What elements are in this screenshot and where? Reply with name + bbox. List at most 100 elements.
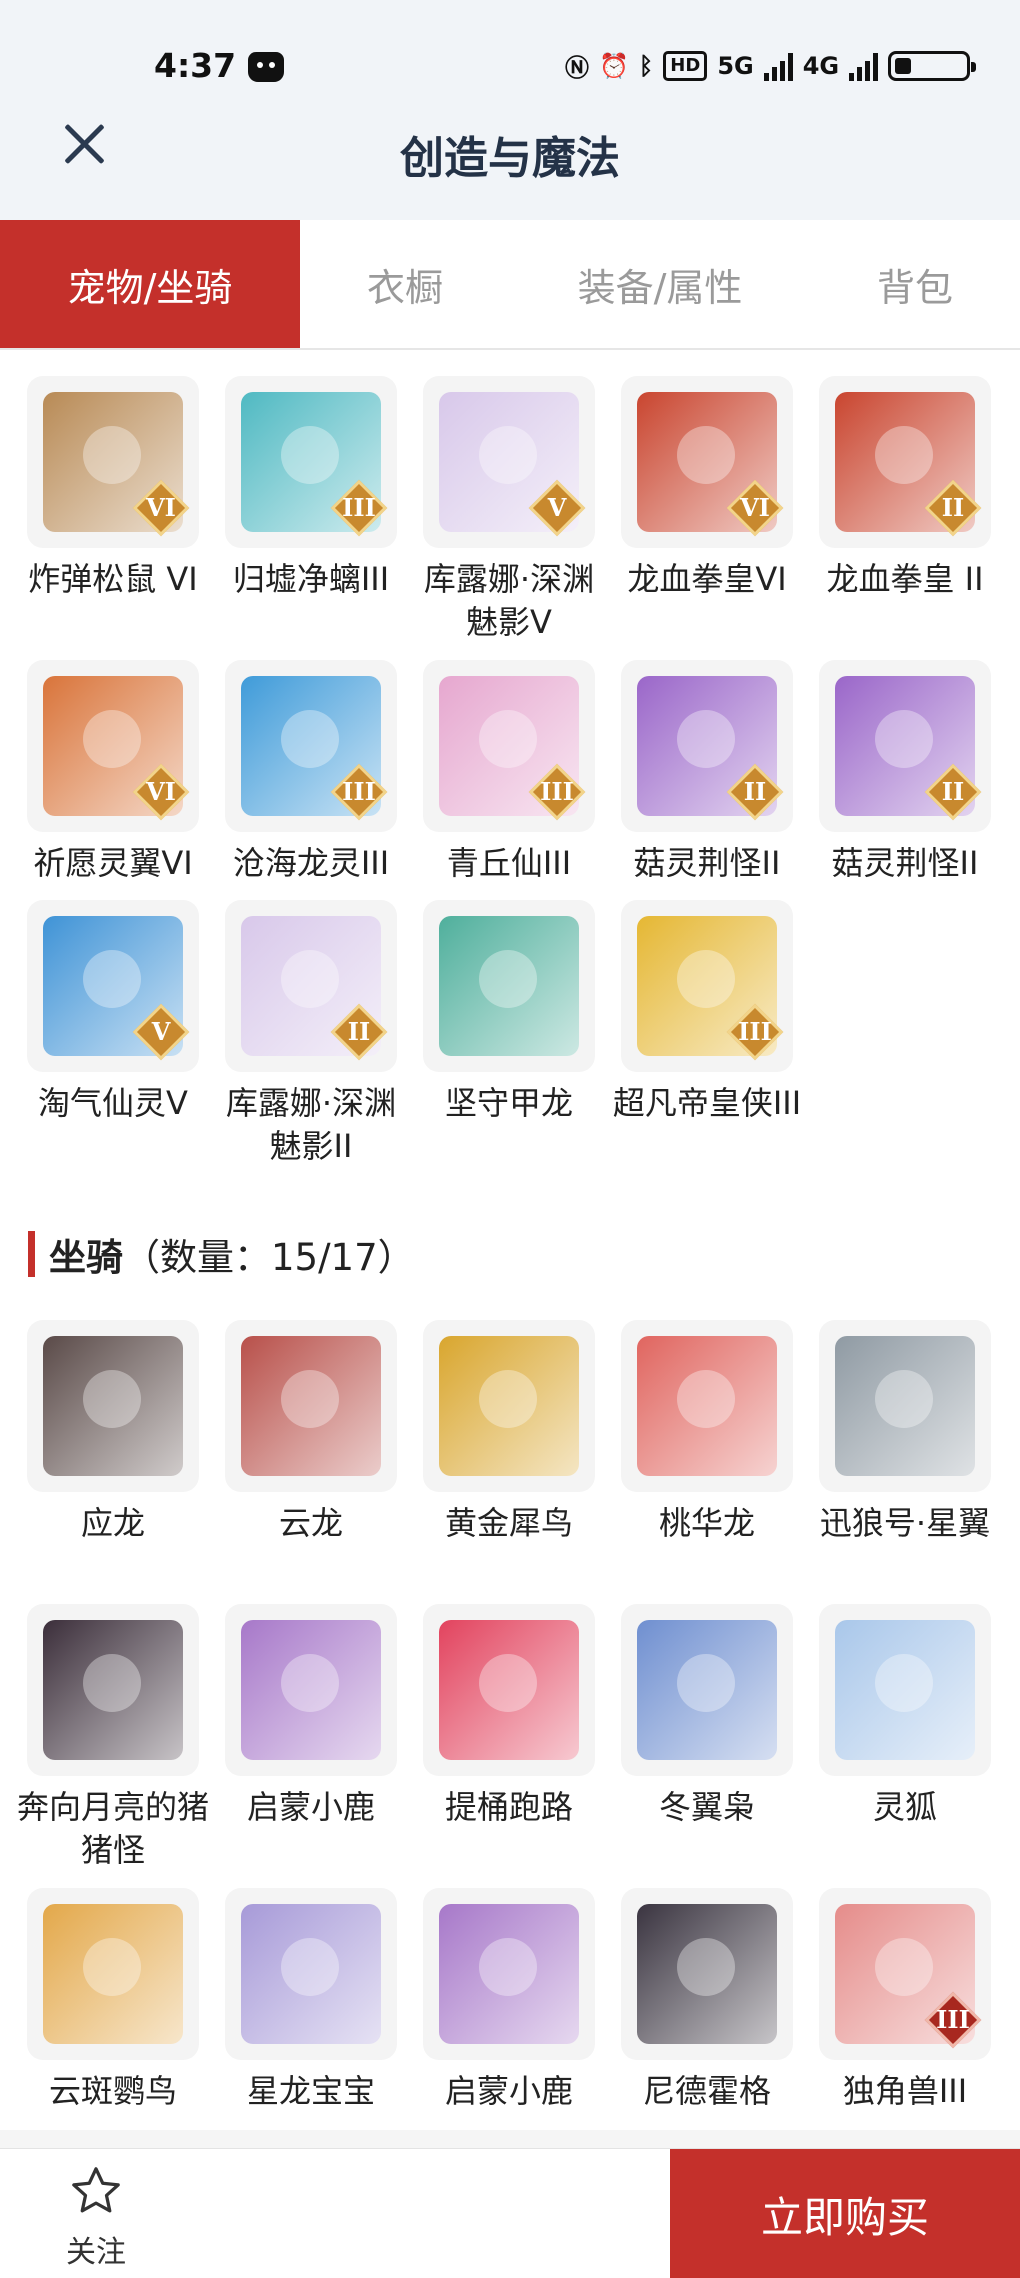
pet-card[interactable]: III 超凡帝皇侠III	[608, 900, 806, 1125]
item-name: 尼德霍格	[642, 2072, 771, 2110]
pet-card[interactable]: III 青丘仙III	[410, 660, 608, 885]
item-name: 菇灵荆怪II	[831, 844, 979, 882]
mount-card[interactable]: 黄金犀鸟	[410, 1320, 608, 1545]
signal-icon-2	[849, 51, 879, 81]
item-image	[439, 1336, 579, 1476]
item-image	[439, 1620, 579, 1760]
favorite-label: 关注	[66, 2235, 126, 2270]
tab-wardrobe[interactable]: 衣橱	[300, 220, 510, 348]
mount-card[interactable]: 迅狼号·星翼	[806, 1320, 1004, 1545]
pet-card[interactable]: II 龙血拳皇 II	[806, 376, 1004, 601]
badge-tier: VI	[740, 493, 770, 522]
pet-card[interactable]: VI 祈愿灵翼VI	[14, 660, 212, 885]
item-thumbnail	[27, 1604, 199, 1776]
mount-card[interactable]: 冬翼枭	[608, 1604, 806, 1829]
pet-card[interactable]: II 菇灵荆怪II	[806, 660, 1004, 885]
tier-badge-icon: VI	[726, 479, 784, 537]
mount-card[interactable]: 应龙	[14, 1320, 212, 1545]
item-name: 沧海龙灵III	[232, 844, 390, 882]
tier-badge-icon: III	[330, 479, 388, 537]
tab-pets-mounts[interactable]: 宠物/坐骑	[0, 220, 300, 348]
item-name: 独角兽III	[842, 2072, 968, 2110]
badge-tier: VI	[146, 777, 176, 806]
mount-card[interactable]: 奔向月亮的猪猪怪	[14, 1604, 212, 1872]
buy-now-button[interactable]: 立即购买	[670, 2149, 1020, 2278]
item-name: 祈愿灵翼VI	[33, 844, 193, 882]
item-name: 冬翼枭	[658, 1788, 755, 1826]
item-thumbnail: VI	[621, 376, 793, 548]
signal-icon	[763, 51, 793, 81]
item-thumbnail: II	[819, 660, 991, 832]
mount-card[interactable]: 启蒙小鹿	[212, 1604, 410, 1829]
item-thumbnail	[27, 1888, 199, 2060]
item-thumbnail	[225, 1604, 397, 1776]
mount-card[interactable]: III 独角兽III	[806, 1888, 1004, 2113]
divider	[0, 2130, 1020, 2148]
item-thumbnail: III	[819, 1888, 991, 2060]
tier-badge-icon: III	[330, 763, 388, 821]
network-5g-label: 5G	[717, 51, 754, 80]
item-image	[241, 1904, 381, 2044]
status-bar: 4:37 Ⓝ ⏰ ᛒ HD 5G 4G	[0, 0, 1020, 120]
item-thumbnail: II	[621, 660, 793, 832]
item-name: 启蒙小鹿	[246, 1788, 375, 1826]
item-name: 龙血拳皇VI	[627, 560, 787, 598]
tab-equipment[interactable]: 装备/属性	[510, 220, 810, 348]
pet-card[interactable]: III 归墟净螭III	[212, 376, 410, 601]
mount-card[interactable]: 提桶跑路	[410, 1604, 608, 1829]
item-thumbnail	[225, 1320, 397, 1492]
pet-card[interactable]: V 淘气仙灵V	[14, 900, 212, 1125]
top-area: 4:37 Ⓝ ⏰ ᛒ HD 5G 4G 创造与魔法	[0, 0, 1020, 220]
mount-card[interactable]: 尼德霍格	[608, 1888, 806, 2113]
item-image	[43, 1620, 183, 1760]
item-image	[241, 1620, 381, 1760]
tab-backpack[interactable]: 背包	[810, 220, 1020, 348]
mount-card[interactable]: 灵狐	[806, 1604, 1004, 1829]
item-thumbnail: II	[819, 376, 991, 548]
item-thumbnail	[423, 1888, 595, 2060]
mount-card[interactable]: 启蒙小鹿	[410, 1888, 608, 2113]
pet-card[interactable]: II 库露娜·深渊魅影II	[212, 900, 410, 1168]
item-name: 坚守甲龙	[444, 1084, 573, 1122]
tier-badge-icon: III	[528, 763, 586, 821]
item-thumbnail: VI	[27, 660, 199, 832]
section-title: 坐骑	[49, 1236, 123, 1279]
tier-badge-icon: II	[924, 479, 982, 537]
item-name: 奔向月亮的猪猪怪	[16, 1788, 209, 1869]
item-name: 启蒙小鹿	[444, 2072, 573, 2110]
badge-tier: V	[151, 1017, 171, 1046]
favorite-button[interactable]: 关注	[50, 2163, 142, 2271]
item-thumbnail	[819, 1604, 991, 1776]
tier-badge-icon: V	[132, 1003, 190, 1061]
pet-card[interactable]: VI 炸弹松鼠 VI	[14, 376, 212, 601]
item-thumbnail: III	[225, 376, 397, 548]
badge-tier: III	[738, 1017, 772, 1046]
pet-card[interactable]: V 库露娜·深渊魅影V	[410, 376, 608, 644]
item-image	[637, 1620, 777, 1760]
pet-card[interactable]: III 沧海龙灵III	[212, 660, 410, 885]
item-thumbnail: III	[423, 660, 595, 832]
item-thumbnail: V	[27, 900, 199, 1072]
badge-tier: VI	[146, 493, 176, 522]
badge-tier: II	[347, 1017, 371, 1046]
mount-card[interactable]: 云龙	[212, 1320, 410, 1545]
item-image	[43, 1336, 183, 1476]
mount-card[interactable]: 星龙宝宝	[212, 1888, 410, 2113]
badge-tier: II	[941, 777, 965, 806]
battery-icon	[888, 50, 977, 81]
item-thumbnail: III	[621, 900, 793, 1072]
pet-card[interactable]: VI 龙血拳皇VI	[608, 376, 806, 601]
pet-card[interactable]: 坚守甲龙	[410, 900, 608, 1125]
pet-card[interactable]: II 菇灵荆怪II	[608, 660, 806, 885]
item-image	[835, 1620, 975, 1760]
item-thumbnail	[819, 1320, 991, 1492]
item-name: 星龙宝宝	[246, 2072, 375, 2110]
item-thumbnail: V	[423, 376, 595, 548]
tier-badge-icon: II	[924, 763, 982, 821]
item-thumbnail: III	[225, 660, 397, 832]
page-title: 创造与魔法	[400, 133, 620, 184]
item-thumbnail	[423, 1604, 595, 1776]
mount-card[interactable]: 桃华龙	[608, 1320, 806, 1545]
item-name: 库露娜·深渊魅影V	[423, 560, 595, 641]
mount-card[interactable]: 云斑鹦鸟	[14, 1888, 212, 2113]
